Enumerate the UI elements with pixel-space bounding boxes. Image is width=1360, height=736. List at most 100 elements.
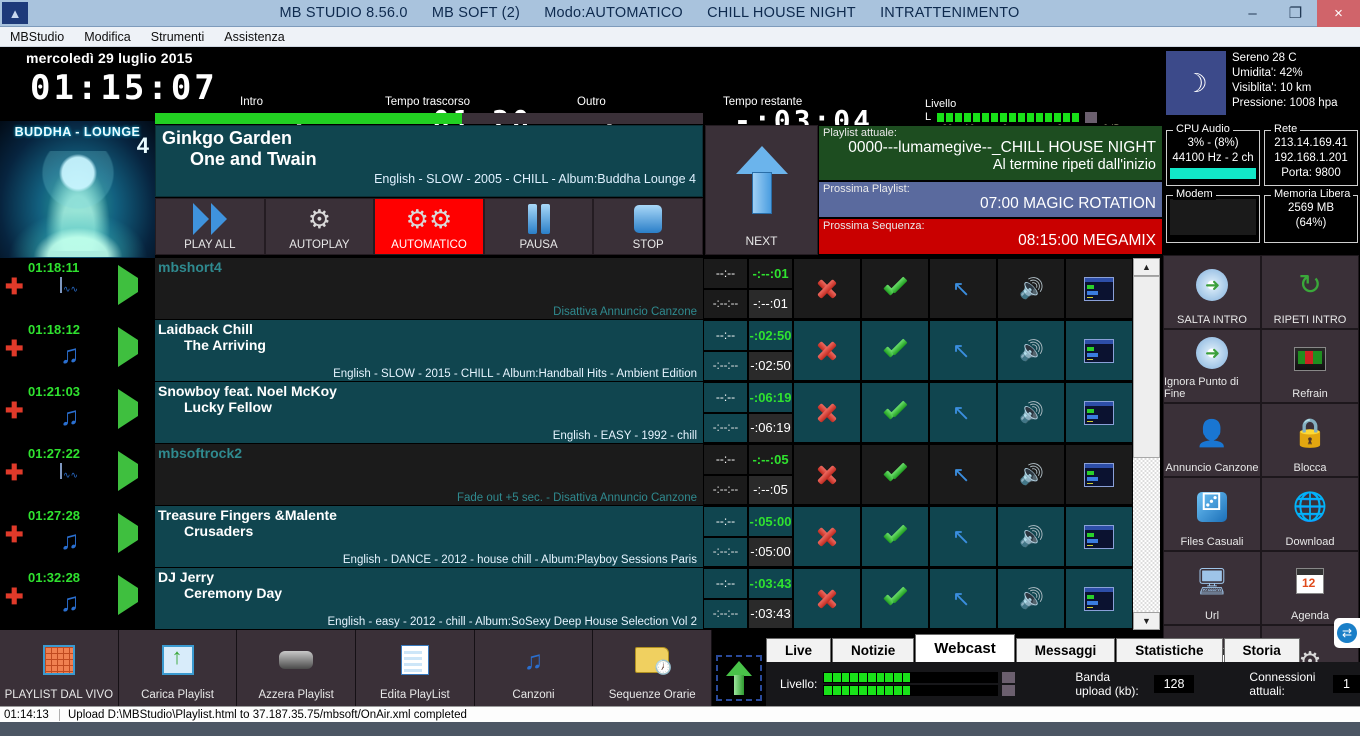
right-button-files-casuali[interactable]: Files Casuali	[1163, 477, 1261, 551]
menu-item-assistenza[interactable]: Assistenza	[214, 30, 294, 44]
sequence-next[interactable]: Prossima Sequenza: 08:15:00 MEGAMIX	[818, 218, 1163, 255]
add-item-icon[interactable]: ✚	[5, 586, 23, 608]
row-play-icon[interactable]	[118, 513, 138, 553]
move-icon[interactable]: ↖	[929, 382, 997, 443]
right-button-blocca[interactable]: 🔒 Blocca	[1261, 403, 1359, 477]
table-row[interactable]: 01:18:12 ✚ ♫ Laidback Chill The Arriving Engl…	[0, 320, 1133, 382]
row-track-info[interactable]: Snowboy feat. Noel McKoy Lucky Fellow Engl…	[155, 382, 703, 443]
minimize-button[interactable]: –	[1231, 0, 1274, 27]
properties-icon[interactable]	[1065, 382, 1133, 443]
row-track-info[interactable]: Laidback Chill The Arriving English - SLOW…	[155, 320, 703, 381]
move-icon[interactable]: ↖	[929, 444, 997, 505]
playlist-scrollbar[interactable]: ▲ ▼	[1133, 258, 1163, 630]
tab-storia[interactable]: Storia	[1223, 638, 1300, 662]
right-button-url[interactable]: 🖥 Url	[1163, 551, 1261, 625]
speaker-icon[interactable]: 🔊	[997, 258, 1065, 319]
upload-indicator[interactable]	[716, 655, 762, 701]
tab-webcast[interactable]: Webcast	[915, 634, 1015, 662]
add-item-icon[interactable]: ✚	[5, 276, 23, 298]
delete-icon[interactable]	[793, 506, 861, 567]
add-item-icon[interactable]: ✚	[5, 400, 23, 422]
automatico-button[interactable]: ⚙⚙ AUTOMATICO	[374, 198, 484, 255]
confirm-icon[interactable]	[861, 568, 929, 629]
properties-icon[interactable]	[1065, 506, 1133, 567]
right-button-agenda[interactable]: Agenda	[1261, 551, 1359, 625]
move-icon[interactable]: ↖	[929, 568, 997, 629]
menu-item-modifica[interactable]: Modifica	[74, 30, 141, 44]
delete-icon[interactable]	[793, 320, 861, 381]
right-button-refrain[interactable]: Refrain	[1261, 329, 1359, 403]
speaker-icon[interactable]: 🔊	[997, 320, 1065, 381]
confirm-icon[interactable]	[861, 320, 929, 381]
autoplay-button[interactable]: ⚙ AUTOPLAY	[264, 198, 375, 255]
table-row[interactable]: 01:27:28 ✚ ♫ Treasure Fingers &Malente Crusa…	[0, 506, 1133, 568]
menu-item-mbstudio[interactable]: MBStudio	[0, 30, 74, 44]
stop-button[interactable]: STOP	[593, 198, 703, 255]
right-button-ignora-punto-di-fine[interactable]: ➜ Ignora Punto di Fine	[1163, 329, 1261, 403]
confirm-icon[interactable]	[861, 258, 929, 319]
os-taskbar[interactable]	[0, 722, 1360, 736]
playlist-next[interactable]: Prossima Playlist: 07:00 MAGIC ROTATION	[818, 181, 1163, 218]
right-button-salta-intro[interactable]: ➜ SALTA INTRO	[1163, 255, 1261, 329]
scroll-down-button[interactable]: ▼	[1133, 612, 1160, 630]
row-track-info[interactable]: Treasure Fingers &Malente Crusaders Englis…	[155, 506, 703, 567]
move-icon[interactable]: ↖	[929, 258, 997, 319]
add-item-icon[interactable]: ✚	[5, 524, 23, 546]
add-item-icon[interactable]: ✚	[5, 338, 23, 360]
table-row[interactable]: 01:21:03 ✚ ♫ Snowboy feat. Noel McKoy Lucky …	[0, 382, 1133, 444]
scrollbar-track[interactable]	[1133, 276, 1160, 612]
delete-icon[interactable]	[793, 444, 861, 505]
confirm-icon[interactable]	[861, 506, 929, 567]
row-play-icon[interactable]	[118, 265, 138, 305]
bottom-button-azzera-playlist[interactable]: Azzera Playlist	[237, 630, 357, 706]
delete-icon[interactable]	[793, 568, 861, 629]
row-play-icon[interactable]	[118, 327, 138, 367]
speaker-icon[interactable]: 🔊	[997, 568, 1065, 629]
scrollbar-thumb[interactable]	[1133, 276, 1160, 458]
properties-icon[interactable]	[1065, 258, 1133, 319]
pausa-button[interactable]: PAUSA	[483, 198, 594, 255]
track-progress-bar[interactable]	[155, 113, 703, 124]
bottom-button-sequenze-orarie[interactable]: Sequenze Orarie	[593, 630, 713, 706]
bottom-button-playlist-dal-vivo[interactable]: PLAYLIST DAL VIVO	[0, 630, 119, 706]
add-item-icon[interactable]: ✚	[5, 462, 23, 484]
scroll-up-button[interactable]: ▲	[1133, 258, 1160, 276]
properties-icon[interactable]	[1065, 320, 1133, 381]
confirm-icon[interactable]	[861, 382, 929, 443]
row-play-icon[interactable]	[118, 575, 138, 615]
right-button-annuncio-canzone[interactable]: 👤 Annuncio Canzone	[1163, 403, 1261, 477]
next-button[interactable]: NEXT	[705, 125, 818, 255]
bottom-button-canzoni[interactable]: ♫ Canzoni	[475, 630, 594, 706]
delete-icon[interactable]	[793, 382, 861, 443]
move-icon[interactable]: ↖	[929, 506, 997, 567]
table-row[interactable]: 01:32:28 ✚ ♫ DJ Jerry Ceremony Day English - …	[0, 568, 1133, 630]
table-row[interactable]: 01:18:11 ✚ mbshort4 Disattiva Annuncio Canz…	[0, 258, 1133, 320]
right-button-ripeti-intro[interactable]: ↻ RIPETI INTRO	[1261, 255, 1359, 329]
row-track-info[interactable]: mbsoftrock2 Fade out +5 sec. - Disattiva …	[155, 444, 703, 505]
speaker-icon[interactable]: 🔊	[997, 506, 1065, 567]
tab-messaggi[interactable]: Messaggi	[1015, 638, 1116, 662]
row-track-info[interactable]: mbshort4 Disattiva Annuncio Canzone	[155, 258, 703, 319]
speaker-icon[interactable]: 🔊	[997, 382, 1065, 443]
playlist-current[interactable]: Playlist attuale: 0000---lumamegive--_CH…	[818, 125, 1163, 181]
restore-button[interactable]: ❐	[1274, 0, 1317, 27]
menu-item-strumenti[interactable]: Strumenti	[141, 30, 215, 44]
right-button-download[interactable]: 🌐 Download	[1261, 477, 1359, 551]
tab-live[interactable]: Live	[766, 638, 832, 662]
properties-icon[interactable]	[1065, 444, 1133, 505]
speaker-icon[interactable]: 🔊	[997, 444, 1065, 505]
table-row[interactable]: 01:27:22 ✚ mbsoftrock2 Fade out +5 sec. - D…	[0, 444, 1133, 506]
bottom-button-edita-playlist[interactable]: Edita PlayList	[356, 630, 475, 706]
properties-icon[interactable]	[1065, 568, 1133, 629]
delete-icon[interactable]	[793, 258, 861, 319]
confirm-icon[interactable]	[861, 444, 929, 505]
close-button[interactable]: ×	[1317, 0, 1360, 27]
move-icon[interactable]: ↖	[929, 320, 997, 381]
row-play-icon[interactable]	[118, 389, 138, 429]
tab-notizie[interactable]: Notizie	[832, 638, 915, 662]
bottom-button-carica-playlist[interactable]: Carica Playlist	[119, 630, 238, 706]
row-play-icon[interactable]	[118, 451, 138, 491]
row-track-info[interactable]: DJ Jerry Ceremony Day English - easy - 201…	[155, 568, 703, 629]
tab-statistiche[interactable]: Statistiche	[1116, 638, 1223, 662]
play-all-button[interactable]: PLAY ALL	[155, 198, 265, 255]
